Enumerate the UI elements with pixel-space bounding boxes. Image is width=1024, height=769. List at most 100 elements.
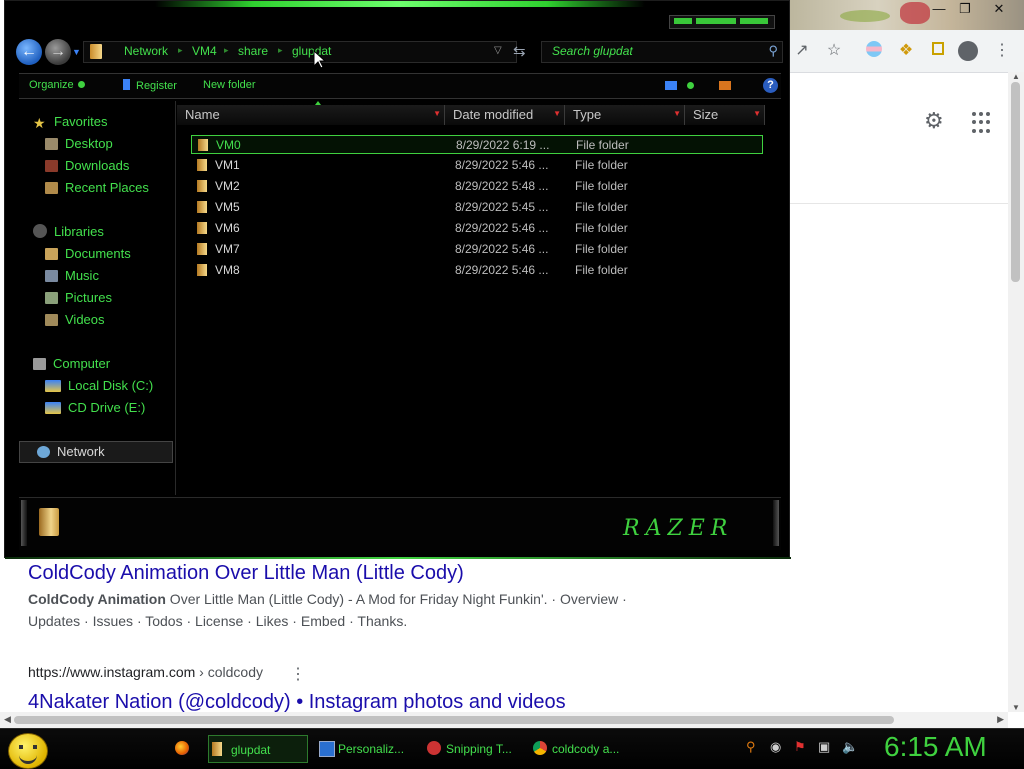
taskbar-item-chrome[interactable]: coldcody a... bbox=[530, 735, 630, 763]
taskbar-clock[interactable]: 6:15 AM bbox=[884, 731, 987, 763]
breadcrumb-share[interactable]: share bbox=[238, 44, 268, 58]
file-type: File folder bbox=[575, 200, 628, 214]
nav-local-disk[interactable]: Local Disk (C:) bbox=[45, 378, 153, 393]
folder-icon bbox=[39, 508, 59, 536]
title-glow bbox=[155, 1, 645, 7]
view-dropdown-icon[interactable] bbox=[687, 82, 694, 89]
scrollbar-thumb[interactable] bbox=[1011, 82, 1020, 282]
search-input[interactable]: Search glupdat ⚲ bbox=[541, 41, 783, 63]
tray-status-icon[interactable]: ◉ bbox=[770, 739, 781, 755]
smiley-eyes bbox=[19, 745, 37, 749]
breadcrumb-vm4[interactable]: VM4 bbox=[192, 44, 217, 58]
scroll-left-icon[interactable]: ◀ bbox=[4, 714, 11, 725]
new-folder-button[interactable]: New folder bbox=[203, 79, 256, 91]
start-button[interactable] bbox=[8, 733, 48, 769]
file-row[interactable]: VM2 8/29/2022 5:48 ... File folder bbox=[191, 177, 763, 196]
chevron-down-icon[interactable]: ▽ bbox=[494, 45, 502, 56]
result-snippet-text: Over Little Man (Little Cody) - A Mod fo… bbox=[165, 591, 627, 607]
nav-network[interactable]: Network bbox=[37, 444, 105, 459]
column-header-type[interactable]: Type ▼ bbox=[565, 105, 685, 125]
vertical-scrollbar[interactable]: ▲ ▼ bbox=[1008, 72, 1024, 712]
wallpaper-splash bbox=[900, 2, 930, 24]
result-more-icon[interactable]: ⋮ bbox=[290, 664, 306, 684]
nav-computer[interactable]: Computer bbox=[33, 356, 110, 371]
chevron-right-icon[interactable]: ▸ bbox=[278, 45, 283, 56]
chevron-down-icon[interactable]: ▼ bbox=[673, 109, 681, 118]
recent-pages-dropdown[interactable]: ▼ bbox=[72, 47, 81, 57]
chevron-down-icon[interactable]: ▼ bbox=[433, 109, 441, 118]
share-icon[interactable]: ↗ bbox=[792, 41, 812, 61]
preview-pane-icon[interactable] bbox=[719, 81, 731, 90]
result-title-link[interactable]: ColdCody Animation Over Little Man (Litt… bbox=[28, 562, 464, 585]
scrollbar-thumb[interactable] bbox=[14, 716, 894, 724]
nav-cd-drive[interactable]: CD Drive (E:) bbox=[45, 400, 145, 415]
nav-libraries[interactable]: Libraries bbox=[33, 224, 104, 239]
apps-grid-icon[interactable] bbox=[970, 110, 996, 136]
gear-icon[interactable]: ⚙ bbox=[924, 110, 946, 132]
close-icon[interactable]: ✕ bbox=[988, 2, 1010, 16]
register-button[interactable]: Register bbox=[123, 79, 177, 92]
organize-button[interactable]: Organize bbox=[29, 79, 85, 91]
refresh-icon[interactable]: ⇆ bbox=[513, 42, 526, 60]
forward-button[interactable]: → bbox=[45, 39, 71, 65]
taskbar-item-glupdat[interactable]: glupdat bbox=[208, 735, 308, 763]
nav-music[interactable]: Music bbox=[45, 268, 99, 283]
nav-pictures[interactable]: Pictures bbox=[45, 290, 112, 305]
action-center-flag-icon[interactable]: ⚑ bbox=[794, 739, 806, 755]
profile-avatar-icon[interactable] bbox=[958, 41, 978, 61]
flag-extension-icon[interactable] bbox=[864, 41, 884, 61]
minimize-icon[interactable] bbox=[674, 18, 692, 24]
caption-buttons[interactable] bbox=[669, 15, 775, 29]
nav-videos[interactable]: Videos bbox=[45, 312, 105, 327]
nav-cd-drive-label: CD Drive (E:) bbox=[68, 400, 146, 415]
window-glow-bottom bbox=[5, 557, 791, 559]
help-icon[interactable]: ? bbox=[763, 78, 778, 93]
chevron-right-icon[interactable]: ▸ bbox=[178, 45, 183, 56]
chevron-right-icon[interactable]: ▸ bbox=[224, 45, 229, 56]
address-bar[interactable]: Network ▸ VM4 ▸ share ▸ glupdat ▽ bbox=[83, 41, 517, 63]
column-header-name[interactable]: Name ▼ bbox=[177, 105, 445, 125]
column-header-date[interactable]: Date modified ▼ bbox=[445, 105, 565, 125]
desktop-icon bbox=[45, 138, 58, 150]
horizontal-scrollbar[interactable]: ◀ ▶ bbox=[0, 712, 1008, 728]
browser-menu-icon[interactable]: ⋮ bbox=[992, 41, 1012, 61]
pane-splitter[interactable] bbox=[175, 101, 176, 495]
column-header-size[interactable]: Size ▼ bbox=[685, 105, 765, 125]
file-row[interactable]: VM8 8/29/2022 5:46 ... File folder bbox=[191, 261, 763, 280]
taskbar-item-snipping[interactable]: Snipping T... bbox=[424, 735, 524, 763]
firefox-taskbar-icon[interactable] bbox=[172, 735, 198, 763]
extensions-puzzle-icon[interactable]: ❖ bbox=[896, 41, 916, 61]
side-panel-icon[interactable] bbox=[928, 41, 948, 61]
network-tray-icon[interactable]: ▣ bbox=[818, 739, 830, 755]
close-icon[interactable] bbox=[740, 18, 768, 24]
volume-icon[interactable]: 🔈 bbox=[842, 739, 858, 755]
file-row[interactable]: VM1 8/29/2022 5:46 ... File folder bbox=[191, 156, 763, 175]
chevron-down-icon[interactable]: ▼ bbox=[553, 109, 561, 118]
nav-desktop[interactable]: Desktop bbox=[45, 136, 113, 151]
nav-downloads[interactable]: Downloads bbox=[45, 158, 129, 173]
result-title-link[interactable]: 4Nakater Nation (@coldcody) • Instagram … bbox=[28, 691, 566, 714]
scroll-down-icon[interactable]: ▼ bbox=[1012, 703, 1020, 712]
maximize-icon[interactable] bbox=[696, 18, 736, 24]
file-row[interactable]: VM6 8/29/2022 5:46 ... File folder bbox=[191, 219, 763, 238]
search-icon[interactable]: ⚲ bbox=[768, 43, 778, 59]
file-row[interactable]: VM7 8/29/2022 5:46 ... File folder bbox=[191, 240, 763, 259]
minimize-icon[interactable]: — bbox=[928, 2, 950, 16]
scroll-right-icon[interactable]: ▶ bbox=[997, 714, 1004, 725]
search-icon[interactable]: ⚲ bbox=[746, 739, 756, 755]
file-row[interactable]: VM5 8/29/2022 5:45 ... File folder bbox=[191, 198, 763, 217]
view-options-icon[interactable] bbox=[665, 81, 677, 90]
scroll-up-icon[interactable]: ▲ bbox=[1012, 72, 1020, 81]
chevron-down-icon[interactable]: ▼ bbox=[753, 109, 761, 118]
nav-favorites[interactable]: ★ Favorites bbox=[33, 114, 107, 131]
restore-icon[interactable]: ❐ bbox=[954, 2, 976, 16]
nav-documents[interactable]: Documents bbox=[45, 246, 131, 261]
back-button[interactable]: ← bbox=[16, 39, 42, 65]
nav-recent-places[interactable]: Recent Places bbox=[45, 180, 149, 195]
taskbar-item-personalize[interactable]: Personaliz... bbox=[316, 735, 416, 763]
breadcrumb-network[interactable]: Network bbox=[124, 44, 168, 58]
result-url[interactable]: https://www.instagram.com › coldcody bbox=[28, 664, 263, 680]
column-name-label: Name bbox=[185, 107, 220, 122]
bookmark-star-icon[interactable]: ☆ bbox=[824, 41, 844, 61]
file-row[interactable]: VM0 8/29/2022 6:19 ... File folder bbox=[191, 135, 763, 154]
